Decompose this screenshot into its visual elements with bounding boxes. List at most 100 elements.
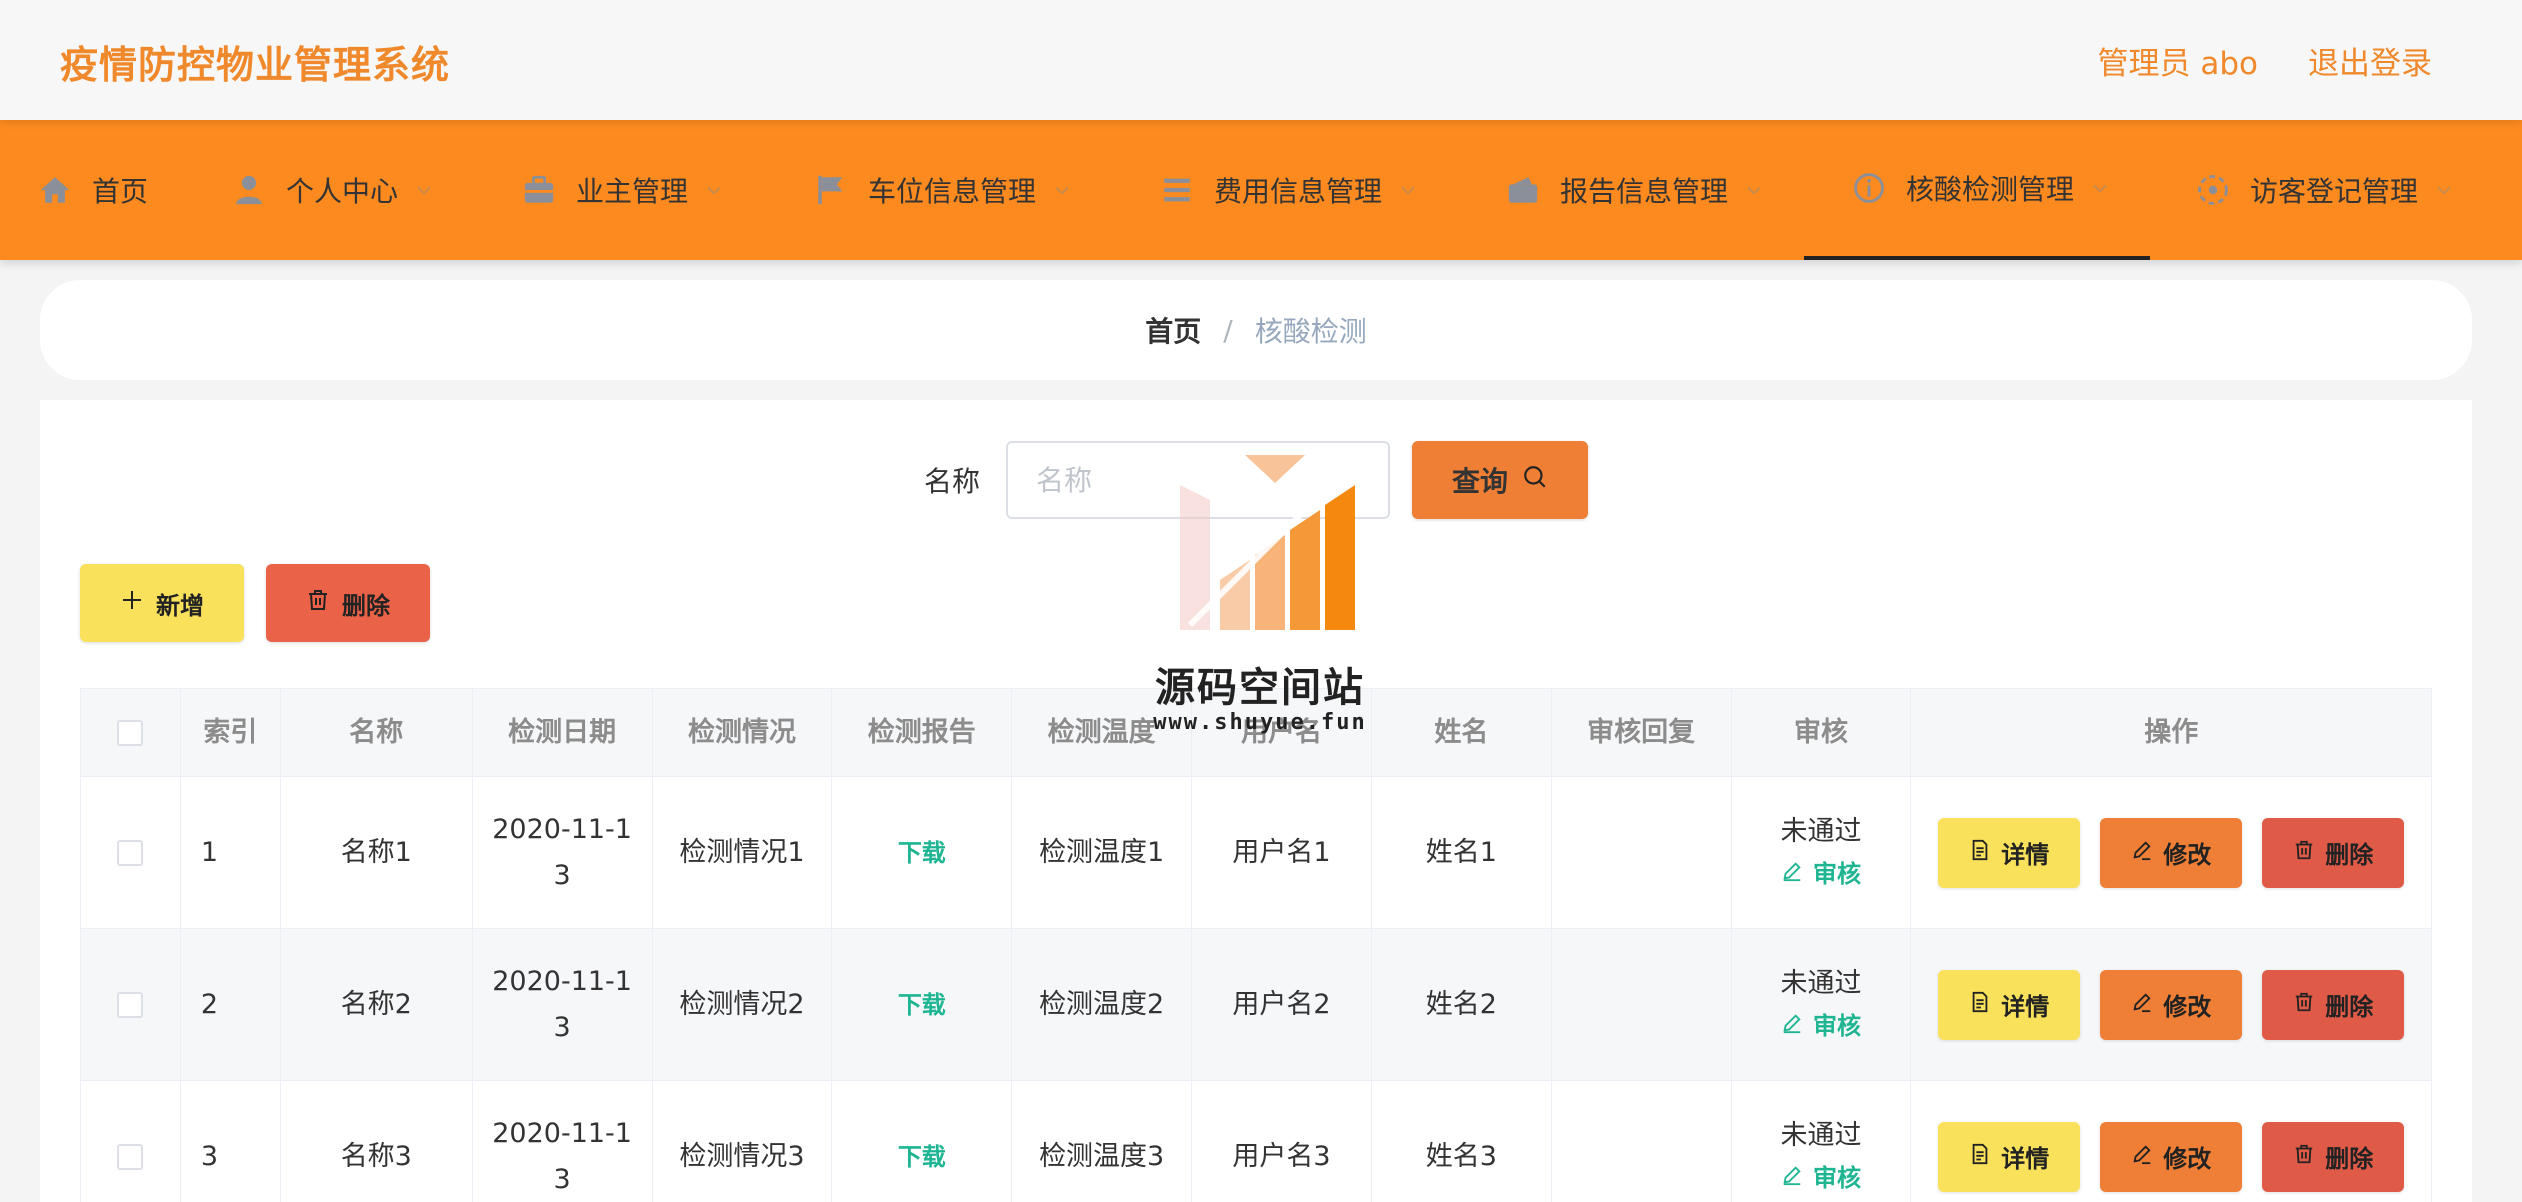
date-cell: 2020-11-1 3: [473, 777, 653, 928]
edit-button-label: 修改: [2163, 993, 2212, 1021]
column-header: 审核回复: [1552, 689, 1732, 776]
detail-button-label: 详情: [2001, 993, 2050, 1021]
detail-button[interactable]: 详情: [1938, 969, 2081, 1040]
chevron-down-icon: [704, 180, 724, 200]
search-button-label: 查询: [1451, 465, 1508, 498]
realname-cell: 姓名1: [1372, 777, 1552, 928]
briefcase-icon: [522, 173, 556, 207]
column-header: 姓名: [1372, 689, 1552, 776]
batch-delete-button[interactable]: 删除: [266, 564, 430, 642]
select-all-checkbox[interactable]: [117, 719, 144, 746]
search-button[interactable]: 查询: [1412, 441, 1588, 519]
wallet-icon: [1506, 173, 1540, 207]
audit-link[interactable]: 审核: [1781, 853, 1861, 895]
column-header: 用户名: [1192, 689, 1372, 776]
main-content: 名称 查询 新增 删除 索引 名称 检测日期: [40, 400, 2472, 1202]
nav-item-owner-management[interactable]: 业主管理: [522, 120, 724, 260]
edit-icon: [1781, 853, 1803, 895]
search-label: 名称: [923, 465, 980, 498]
row-checkbox[interactable]: [117, 1143, 144, 1170]
edit-button[interactable]: 修改: [2100, 969, 2243, 1040]
date-line: 2020-11-1: [492, 813, 632, 845]
document-icon: [1969, 1143, 1991, 1171]
reply-cell: [1552, 777, 1732, 928]
username-cell: 用户名3: [1192, 1081, 1372, 1202]
info-icon: [1852, 171, 1886, 205]
download-link[interactable]: 下载: [898, 830, 946, 876]
trash-icon: [306, 588, 330, 618]
edit-icon: [1781, 1157, 1803, 1199]
logout-link[interactable]: 退出登录: [2308, 38, 2432, 83]
trash-icon: [2293, 1143, 2315, 1171]
search-icon: [1522, 464, 1548, 497]
flag-icon: [814, 173, 848, 207]
app-title: 疫情防控物业管理系统: [60, 43, 451, 87]
nav-label: 车位信息管理: [868, 175, 1037, 208]
current-user-label: 管理员 abo: [2097, 46, 2259, 82]
table-header-row: 索引 名称 检测日期 检测情况 检测报告 检测温度 用户名 姓名 审核回复 审核…: [81, 689, 2431, 777]
username-cell: 用户名2: [1192, 929, 1372, 1080]
situation-cell: 检测情况1: [653, 777, 833, 928]
nav-item-personal-center[interactable]: 个人中心: [232, 120, 434, 260]
edit-icon: [2131, 839, 2153, 867]
nav-item-nucleic-test-management[interactable]: 核酸检测管理: [1804, 120, 2150, 260]
situation-cell: 检测情况3: [653, 1081, 833, 1202]
delete-button[interactable]: 删除: [2262, 969, 2405, 1040]
table-row: 3 名称3 2020-11-1 3 检测情况3 下载 检测温度3 用户名3 姓名…: [81, 1081, 2431, 1202]
nav-item-home[interactable]: 首页: [38, 120, 148, 260]
detail-button[interactable]: 详情: [1938, 817, 2081, 888]
row-checkbox[interactable]: [117, 991, 144, 1018]
edit-button[interactable]: 修改: [2100, 1121, 2243, 1192]
nav-item-visitor-management[interactable]: 访客登记管理: [2196, 120, 2454, 260]
detail-button[interactable]: 详情: [1938, 1121, 2081, 1192]
row-checkbox[interactable]: [117, 839, 144, 866]
add-button[interactable]: 新增: [80, 564, 244, 642]
trash-icon: [2293, 839, 2315, 867]
column-header: 检测日期: [473, 689, 653, 776]
detail-button-label: 详情: [2001, 1145, 2050, 1173]
column-header: 检测温度: [1012, 689, 1193, 776]
temperature-cell: 检测温度1: [1012, 777, 1193, 928]
column-header: 检测报告: [832, 689, 1013, 776]
audit-link[interactable]: 审核: [1781, 1157, 1861, 1199]
nav-item-report-management[interactable]: 报告信息管理: [1506, 120, 1764, 260]
realname-cell: 姓名3: [1372, 1081, 1552, 1202]
audit-link-label: 审核: [1813, 859, 1862, 888]
nav-item-fee-management[interactable]: 费用信息管理: [1160, 120, 1418, 260]
download-link[interactable]: 下载: [898, 982, 946, 1028]
audit-link[interactable]: 审核: [1781, 1005, 1861, 1047]
audit-link-label: 审核: [1813, 1163, 1862, 1192]
date-line: 2020-11-1: [492, 1117, 632, 1149]
audit-cell: 未通过 审核: [1732, 1081, 1912, 1202]
nav-label: 业主管理: [576, 175, 689, 208]
column-header: 检测情况: [653, 689, 833, 776]
chevron-down-icon: [1398, 180, 1418, 200]
nav-item-parking-management[interactable]: 车位信息管理: [814, 120, 1072, 260]
delete-button[interactable]: 删除: [2262, 817, 2405, 888]
delete-button[interactable]: 删除: [2262, 1121, 2405, 1192]
report-cell: 下载: [832, 1081, 1013, 1202]
header-select-all: [81, 689, 181, 776]
loading-icon: [2196, 173, 2230, 207]
edit-button[interactable]: 修改: [2100, 817, 2243, 888]
list-icon: [1160, 173, 1194, 207]
top-right-area: 管理员 abo 退出登录: [2098, 38, 2433, 83]
breadcrumb-home[interactable]: 首页: [1145, 310, 1201, 350]
edit-icon: [2131, 991, 2153, 1019]
user-icon: [232, 173, 266, 207]
search-input[interactable]: [1006, 441, 1390, 519]
toolbar: 新增 删除: [80, 564, 430, 642]
date-line: 2020-11-1: [492, 965, 632, 997]
operations-cell: 详情 修改 删除: [1911, 929, 2431, 1080]
table-row: 1 名称1 2020-11-1 3 检测情况1 下载 检测温度1 用户名1 姓名…: [81, 777, 2431, 929]
nav-label: 核酸检测管理: [1906, 173, 2075, 206]
index-cell: 1: [181, 777, 281, 928]
edit-button-label: 修改: [2163, 1145, 2212, 1173]
nav-label: 报告信息管理: [1560, 175, 1729, 208]
reply-cell: [1552, 1081, 1732, 1202]
download-link[interactable]: 下载: [898, 1134, 946, 1180]
date-cell: 2020-11-1 3: [473, 1081, 653, 1202]
main-nav: 首页 个人中心 业主管理 车位信息管理 费用信息管理 报告信息管理 核酸检测管理…: [0, 120, 2522, 260]
realname-cell: 姓名2: [1372, 929, 1552, 1080]
column-header: 名称: [281, 689, 473, 776]
